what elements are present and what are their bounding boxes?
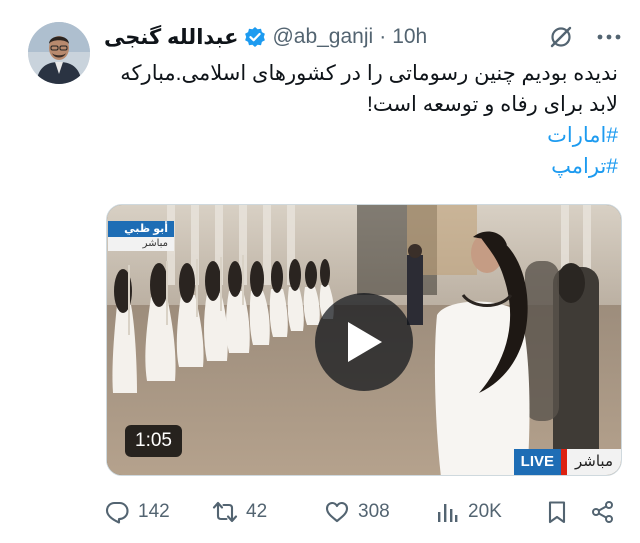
share-icon — [592, 501, 613, 523]
channel-tag-status: مباشر — [108, 237, 174, 251]
tweet-time[interactable]: 10h — [392, 25, 427, 49]
author-handle[interactable]: @ab_ganji — [272, 25, 373, 49]
verified-icon — [245, 27, 266, 47]
tweet-text-line-1: ندیده بودیم چنین رسوماتی را در کشورهای ا… — [120, 62, 618, 85]
repost-button[interactable]: 42 — [212, 499, 267, 525]
repost-count: 42 — [246, 501, 268, 522]
reply-count: 142 — [138, 501, 170, 522]
live-label: LIVE — [513, 449, 562, 475]
live-arabic-label: مباشر — [567, 449, 621, 475]
bookmark-button[interactable] — [544, 499, 570, 525]
avatar[interactable] — [28, 22, 90, 84]
video-player[interactable]: أبو ظبي مباشر 1:05 LIVE مباشر — [106, 204, 622, 476]
like-icon — [325, 501, 349, 523]
tweet-text: ندیده بودیم چنین رسوماتی را در کشورهای ا… — [104, 58, 618, 182]
author-name[interactable]: عبدالله گنجی — [104, 25, 238, 50]
views-count: 20K — [468, 501, 502, 522]
hashtag-link-trump[interactable]: #ترامپ — [104, 151, 618, 182]
tweet-text-line-2: لابد برای رفاه و توسعه است! — [366, 93, 618, 116]
like-button[interactable]: 308 — [324, 499, 390, 525]
grok-icon[interactable] — [548, 24, 574, 50]
bookmark-icon — [548, 501, 566, 524]
separator-dot: · — [379, 25, 387, 48]
more-icon[interactable] — [596, 24, 622, 50]
views-button[interactable]: 20K — [434, 499, 502, 525]
avatar-image — [28, 22, 90, 84]
repost-icon — [212, 501, 238, 523]
channel-tag-location: أبو ظبي — [108, 221, 174, 237]
reply-icon — [105, 501, 129, 524]
views-icon — [438, 504, 458, 522]
live-badge: LIVE مباشر — [513, 449, 621, 475]
play-button[interactable] — [315, 293, 413, 391]
video-duration: 1:05 — [125, 425, 182, 457]
hashtag-link-emarat[interactable]: #امارات — [104, 120, 618, 151]
action-bar: 142 42 308 20K — [104, 496, 624, 528]
share-button[interactable] — [590, 499, 616, 525]
play-icon — [348, 322, 382, 362]
reply-button[interactable]: 142 — [104, 499, 170, 525]
channel-tag: أبو ظبي مباشر — [108, 221, 174, 253]
tweet-header: عبدالله گنجی @ab_ganji · 10h — [104, 24, 622, 50]
like-count: 308 — [358, 501, 390, 522]
tweet-card[interactable]: عبدالله گنجی @ab_ganji · 10h ندیده بودیم… — [0, 0, 640, 543]
